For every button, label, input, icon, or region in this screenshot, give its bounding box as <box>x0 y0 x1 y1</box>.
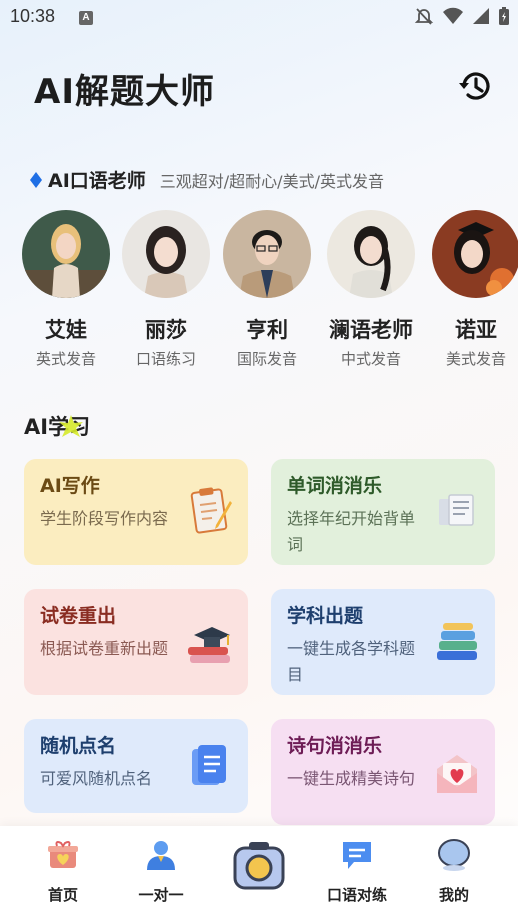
document-icon <box>192 745 226 785</box>
avatar <box>327 210 415 298</box>
camera-icon <box>233 842 285 890</box>
avatar <box>122 210 210 298</box>
nav-profile[interactable]: 我的 <box>414 838 494 905</box>
clipboard-pencil-icon <box>190 487 232 534</box>
person-icon <box>147 841 175 870</box>
profile-bubble-icon <box>438 839 470 871</box>
tutor-card-lanyu[interactable]: 澜语老师 中式发音 <box>321 210 421 369</box>
card-desc: 根据试卷重新出题 <box>40 639 169 658</box>
wifi-icon <box>443 7 463 24</box>
chat-icon <box>343 842 371 869</box>
card-subject-questions[interactable]: 学科出题 一键生成各学科题目 <box>271 589 495 695</box>
nav-one-on-one[interactable]: 一对一 <box>121 838 201 905</box>
bottom-nav: 首页 一对一 口语对练 我的 <box>0 826 518 922</box>
avatar <box>223 210 311 298</box>
mute-bell-icon <box>414 8 434 25</box>
card-desc: 选择年纪开始背单词 <box>287 509 416 554</box>
tutor-section-title: AI口语老师 <box>48 170 146 192</box>
nav-home[interactable]: 首页 <box>23 838 103 905</box>
tutor-name: 诺亚 <box>455 318 497 342</box>
nav-label: 一对一 <box>138 886 184 904</box>
card-poem-match[interactable]: 诗句消消乐 一键生成精美诗句 <box>271 719 495 825</box>
status-icons <box>414 6 510 26</box>
tutor-card-ava[interactable]: 艾娃 英式发音 <box>22 210 116 369</box>
tutor-name: 艾娃 <box>45 318 87 342</box>
card-word-match[interactable]: 单词消消乐 选择年纪开始背单词 <box>271 459 495 565</box>
tutor-tag: 英式发音 <box>35 350 96 368</box>
history-button[interactable] <box>456 67 494 105</box>
tutor-section-header: AI口语老师 三观超对/超耐心/美式/英式发音 <box>30 166 384 193</box>
nav-label: 首页 <box>47 886 78 904</box>
tutor-card-henry[interactable]: 亨利 国际发音 <box>217 210 317 369</box>
card-desc: 一键生成精美诗句 <box>287 769 416 788</box>
sparkle-icon <box>59 415 83 437</box>
tutor-tag: 口语练习 <box>135 350 196 368</box>
card-desc: 学生阶段写作内容 <box>40 509 169 528</box>
nav-label: 口语对练 <box>326 886 387 904</box>
status-time: 10:38 <box>10 6 56 26</box>
card-ai-writing[interactable]: AI写作 学生阶段写作内容 <box>24 459 248 565</box>
card-exam-regenerate[interactable]: 试卷重出 根据试卷重新出题 <box>24 589 248 695</box>
card-desc: 可爱风随机点名 <box>40 769 153 788</box>
tutor-list[interactable]: 艾娃 英式发音 丽莎 口语练习 亨利 国际发音 澜语老师 中式发音 诺亚 美式发… <box>22 210 518 370</box>
avatar <box>22 210 110 298</box>
book-stack-icon <box>437 623 477 660</box>
word-cards-icon <box>439 494 474 526</box>
graduation-books-icon <box>188 627 230 663</box>
nav-label: 我的 <box>438 886 469 904</box>
tutor-card-noah[interactable]: 诺亚 美式发音 <box>426 210 518 369</box>
tutor-tag: 美式发音 <box>445 350 506 368</box>
app-title: AI解题大师 <box>34 72 215 112</box>
tutor-name: 澜语老师 <box>329 318 413 342</box>
status-bar: 10:38 A <box>0 0 518 36</box>
card-random-rollcall[interactable]: 随机点名 可爱风随机点名 <box>24 719 248 813</box>
tutor-tag: 国际发音 <box>236 350 297 368</box>
nav-speaking-practice[interactable]: 口语对练 <box>317 838 397 905</box>
history-icon <box>459 72 490 100</box>
tutor-tag: 中式发音 <box>340 350 401 368</box>
tutor-name: 亨利 <box>246 318 288 342</box>
battery-icon <box>499 7 509 25</box>
card-desc: 一键生成各学科题目 <box>287 639 416 684</box>
app-notification-icon: A <box>79 11 93 25</box>
tutor-card-lisa[interactable]: 丽莎 口语练习 <box>116 210 216 369</box>
heart-envelope-icon <box>437 755 477 793</box>
signal-icon <box>473 8 489 24</box>
camera-button[interactable] <box>233 840 285 890</box>
tutor-name: 丽莎 <box>145 318 187 342</box>
avatar <box>432 210 518 298</box>
tutor-section-subtitle: 三观超对/超耐心/美式/英式发音 <box>159 171 384 191</box>
diamond-icon <box>30 171 42 188</box>
gift-home-icon <box>48 841 78 868</box>
